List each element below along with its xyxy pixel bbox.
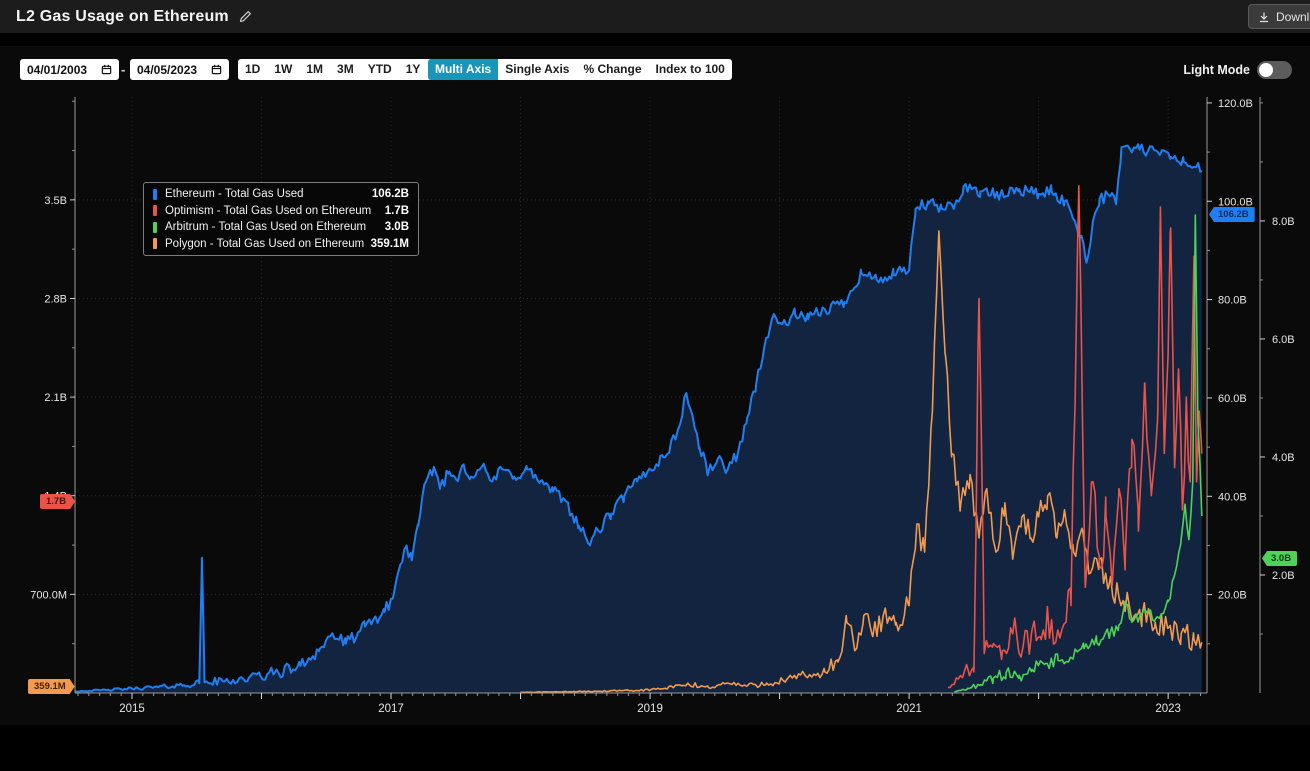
legend-row: Polygon - Total Gas Used on Ethereum359.…	[144, 236, 418, 253]
right2-axis-label: 8.0B	[1272, 216, 1295, 228]
axis-value-badge: 359.1M	[28, 679, 75, 694]
page-title: L2 Gas Usage on Ethereum	[16, 8, 229, 26]
legend-series-value: 3.0B	[385, 221, 409, 233]
legend-row: Ethereum - Total Gas Used106.2B	[144, 186, 418, 203]
legend-color-chip	[153, 222, 157, 233]
title-bar: L2 Gas Usage on Ethereum Download	[0, 0, 1310, 33]
legend-series-name: Optimism - Total Gas Used on Ethereum	[165, 205, 385, 217]
chart-canvas: 700.0M1.4B2.1B2.8B3.5B20.0B40.0B60.0B80.…	[0, 46, 1310, 725]
right1-axis-label: 80.0B	[1218, 295, 1247, 307]
edit-icon[interactable]	[239, 10, 252, 23]
x-axis-year-label: 2021	[896, 703, 922, 715]
right1-axis-label: 60.0B	[1218, 393, 1247, 405]
chart-area[interactable]: 700.0M1.4B2.1B2.8B3.5B20.0B40.0B60.0B80.…	[0, 46, 1310, 771]
download-button[interactable]: Download	[1248, 4, 1310, 29]
x-axis-year-label: 2023	[1155, 703, 1181, 715]
legend-color-chip	[153, 238, 157, 249]
right1-axis-label: 120.0B	[1218, 98, 1253, 110]
left-axis-label: 2.1B	[44, 392, 67, 404]
axis-value-badge: 1.7B	[40, 494, 75, 509]
right2-axis-label: 4.0B	[1272, 452, 1295, 464]
left-axis-label: 2.8B	[44, 293, 67, 305]
legend-color-chip	[153, 189, 157, 200]
legend-color-chip	[153, 205, 157, 216]
legend-series-value: 1.7B	[385, 205, 409, 217]
legend-series-name: Ethereum - Total Gas Used	[165, 188, 372, 200]
legend-row: Arbitrum - Total Gas Used on Ethereum3.0…	[144, 219, 418, 236]
chart-tooltip: Ethereum - Total Gas Used106.2BOptimism …	[143, 182, 419, 256]
right2-axis-label: 2.0B	[1272, 570, 1295, 582]
x-axis-year-label: 2019	[637, 703, 663, 715]
legend-series-name: Arbitrum - Total Gas Used on Ethereum	[165, 221, 385, 233]
left-axis-label: 700.0M	[30, 589, 67, 601]
axis-value-badge: 106.2B	[1209, 207, 1255, 222]
download-icon	[1258, 11, 1270, 23]
right1-axis-label: 40.0B	[1218, 491, 1247, 503]
legend-series-value: 359.1M	[371, 238, 409, 250]
legend-series-value: 106.2B	[372, 188, 409, 200]
left-axis-label: 3.5B	[44, 195, 67, 207]
right1-axis-label: 100.0B	[1218, 196, 1253, 208]
right1-axis-label: 20.0B	[1218, 590, 1247, 602]
axis-value-badge: 3.0B	[1262, 551, 1297, 566]
x-axis-year-label: 2015	[119, 703, 145, 715]
legend-row: Optimism - Total Gas Used on Ethereum1.7…	[144, 203, 418, 220]
right2-axis-label: 6.0B	[1272, 334, 1295, 346]
legend-series-name: Polygon - Total Gas Used on Ethereum	[165, 238, 371, 250]
x-axis-year-label: 2017	[378, 703, 404, 715]
chart-panel: 04/01/2003 - 04/05/2023 1D1W1M3MYTD1Y5YM…	[0, 46, 1310, 725]
